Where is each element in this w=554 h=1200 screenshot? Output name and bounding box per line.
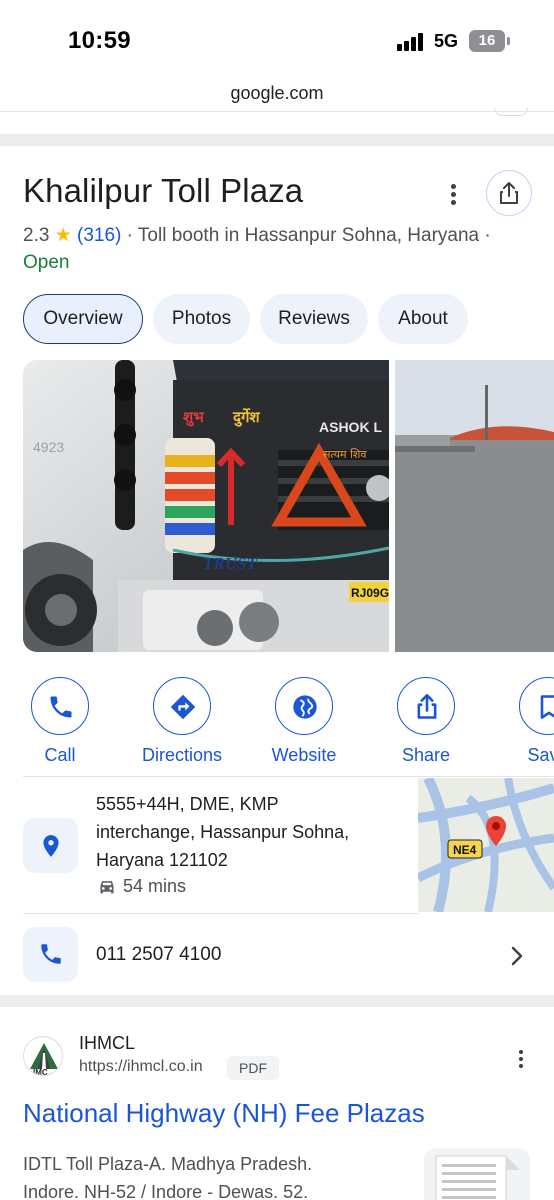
rating-line: 2.3 ★ (316) · Toll booth in Hassanpur So… [23,224,491,247]
map-thumbnail[interactable]: NE4 [418,778,554,912]
divider [23,913,419,914]
snippet-line: Indore. NH-52 / Indore - Dewas. 52. [23,1182,309,1200]
previous-card-edge [0,108,554,134]
call-circle [31,677,89,735]
site-url[interactable]: https://ihmcl.co.in [79,1058,203,1076]
more-options-icon[interactable] [444,180,464,210]
directions-button[interactable]: Directions [132,677,232,766]
truck-model-text: 4923 [33,439,64,455]
place-title: Khalilpur Toll Plaza [23,172,304,209]
place-photo-truck[interactable]: TRUST शुभ दुर्गेश ASHOK L सत्यम शिव 4923… [23,360,389,652]
result-snippet: IDTL Toll Plaza-A. Madhya Pradesh. Indor… [23,1150,408,1200]
map-illustration: NE4 [418,778,554,912]
share-icon [417,694,437,719]
phone-icon [41,944,61,964]
phone-icon [50,696,72,718]
open-status: Open [23,252,70,273]
battery-icon: 16 [469,30,505,52]
url-bar[interactable]: google.com [0,78,554,112]
star-icon: ★ [54,225,72,246]
result-title-link[interactable]: National Highway (NH) Fee Plazas [23,1098,425,1129]
truck-durgesh-text: दुर्गेश [232,408,260,427]
tab-label: Reviews [278,308,350,329]
tab-about[interactable]: About [378,294,468,344]
website-label: Website [271,745,337,765]
share-label: Share [401,745,451,765]
ihmcl-logo-icon: IMC [30,1043,58,1076]
save-label: Save [527,745,554,765]
truck-brand-text: ASHOK L [319,419,382,435]
address-line: 5555+44H, DME, KMP [96,794,279,814]
share-circle [397,677,455,735]
car-icon [100,881,114,894]
address-text[interactable]: 5555+44H, DME, KMP interchange, Hassanpu… [96,790,406,874]
truck-satyam-text: सत्यम शिव [323,448,367,461]
phone-number[interactable]: 011 2507 4100 [96,944,221,966]
site-logo-text: IMC [33,1068,48,1076]
truck-plate-text: RJ09G [351,586,389,600]
tab-label: Photos [171,308,232,329]
divider [23,776,554,777]
section-divider [0,134,554,146]
truck-photo-illustration: TRUST शुभ दुर्गेश ASHOK L सत्यम शिव 4923… [23,360,389,652]
save-button[interactable]: Save [498,677,554,766]
drive-time-value: 54 mins [123,876,187,896]
bookmark-icon [540,695,554,719]
address-line: Haryana 121102 [96,850,228,870]
directions-circle [153,677,211,735]
address-icon-box [23,818,78,873]
tab-overview[interactable]: Overview [23,294,143,344]
truck-trust-text: TRUST [203,554,257,573]
document-thumbnail[interactable] [424,1148,530,1200]
directions-label: Directions [141,745,223,765]
review-count-link[interactable]: (316) [77,225,121,246]
truck-shubh-text: शुभ [183,408,205,427]
snippet-line: IDTL Toll Plaza-A. Madhya Pradesh. [23,1154,313,1174]
share-icon [500,182,518,204]
status-time: 10:59 [68,27,131,54]
chevron-right-icon[interactable] [508,945,526,967]
result-more-options-icon[interactable] [512,1046,532,1072]
section-divider [0,995,554,1007]
place-photo-plaza[interactable] [395,360,554,652]
previous-card-button-edge[interactable] [494,108,528,116]
website-circle [275,677,333,735]
address-line: interchange, Hassanpur Sohna, [96,822,350,842]
status-bar: 10:59 5G 16 [0,0,554,78]
battery-tip [507,37,510,45]
rating-value: 2.3 [23,225,50,246]
network-label: 5G [434,31,459,51]
drive-time: 54 mins [97,876,186,897]
document-thumbnail-illustration [435,1155,520,1200]
plaza-photo-illustration [395,360,554,652]
directions-icon [170,694,196,720]
save-circle [519,677,554,735]
url-text: google.com [230,83,324,103]
header-share-button[interactable] [486,170,532,216]
tab-label: About [398,308,448,329]
pdf-badge: PDF [227,1056,279,1080]
location-pin-icon [43,835,59,857]
globe-icon [293,695,317,719]
tab-photos[interactable]: Photos [153,294,250,344]
phone-icon-box [23,927,78,982]
tab-label: Overview [43,308,123,329]
place-category: · Toll booth in Hassanpur Sohna, Haryana… [126,225,491,246]
site-name[interactable]: IHMCL [79,1033,135,1054]
call-button[interactable]: Call [10,677,110,766]
website-button[interactable]: Website [254,677,354,766]
signal-icon [397,33,427,51]
tab-reviews[interactable]: Reviews [260,294,368,344]
map-route-label: NE4 [453,843,477,857]
share-button[interactable]: Share [376,677,476,766]
call-label: Call [44,745,76,765]
site-logo: IMC [23,1036,63,1076]
